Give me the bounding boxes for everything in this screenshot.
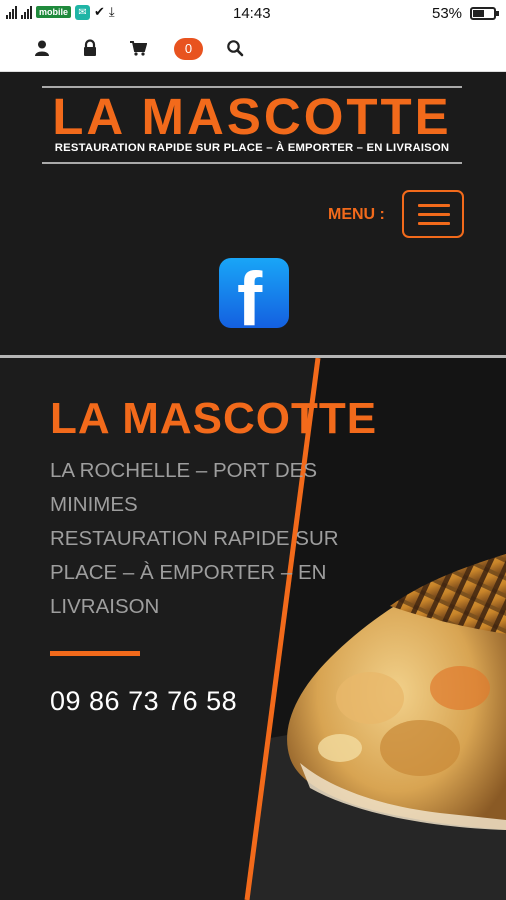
hero-line: LA ROCHELLE – PORT DES <box>50 459 317 482</box>
cart-count-badge[interactable]: 0 <box>174 38 203 60</box>
hero-accent-bar <box>50 651 140 656</box>
site-logo-title[interactable]: LA MASCOTTE <box>42 91 462 143</box>
battery-percent: 53% <box>432 5 463 22</box>
logo-bottom-rule <box>42 162 462 164</box>
battery-icon <box>470 7 499 20</box>
chat-icon: ✉ <box>75 4 91 20</box>
search-icon[interactable] <box>226 39 244 57</box>
user-icon[interactable] <box>33 39 51 57</box>
hero-line: LIVRAISON <box>50 595 160 618</box>
menu-label: MENU : <box>328 206 385 223</box>
status-bar: mobile ✉ ✔ ⤓ 14:43 53% <box>0 0 506 26</box>
hamburger-icon <box>418 204 450 207</box>
download-icon: ⤓ <box>108 4 115 19</box>
hero-tagline: LA ROCHELLE – PORT DES MINIMES RESTAURAT… <box>50 454 370 624</box>
network-badge: mobile <box>36 6 72 18</box>
site-logo-subtitle: RESTAURATION RAPIDE SUR PLACE – À EMPORT… <box>54 142 450 154</box>
hero-line: RESTAURATION RAPIDE SUR <box>50 527 339 550</box>
clock: 14:43 <box>233 5 271 22</box>
hero-line: PLACE – À EMPORTER – EN <box>50 561 327 584</box>
signal-icon <box>6 5 17 19</box>
facebook-icon[interactable]: f <box>219 258 289 328</box>
hero-line: MINIMES <box>50 493 138 516</box>
status-indicators: mobile ✉ ✔ ⤓ <box>6 4 115 20</box>
check-icon: ✔ <box>94 4 105 19</box>
top-toolbar <box>0 26 506 72</box>
lock-icon[interactable] <box>81 39 99 57</box>
cart-icon[interactable] <box>129 39 147 57</box>
hero-title: LA MASCOTTE <box>50 394 378 443</box>
signal-icon-2 <box>21 5 32 19</box>
phone-number-link[interactable]: 09 86 73 76 58 <box>50 686 237 717</box>
menu-toggle-button[interactable] <box>402 190 464 238</box>
hero-section: LA MASCOTTE LA ROCHELLE – PORT DES MINIM… <box>0 358 506 900</box>
